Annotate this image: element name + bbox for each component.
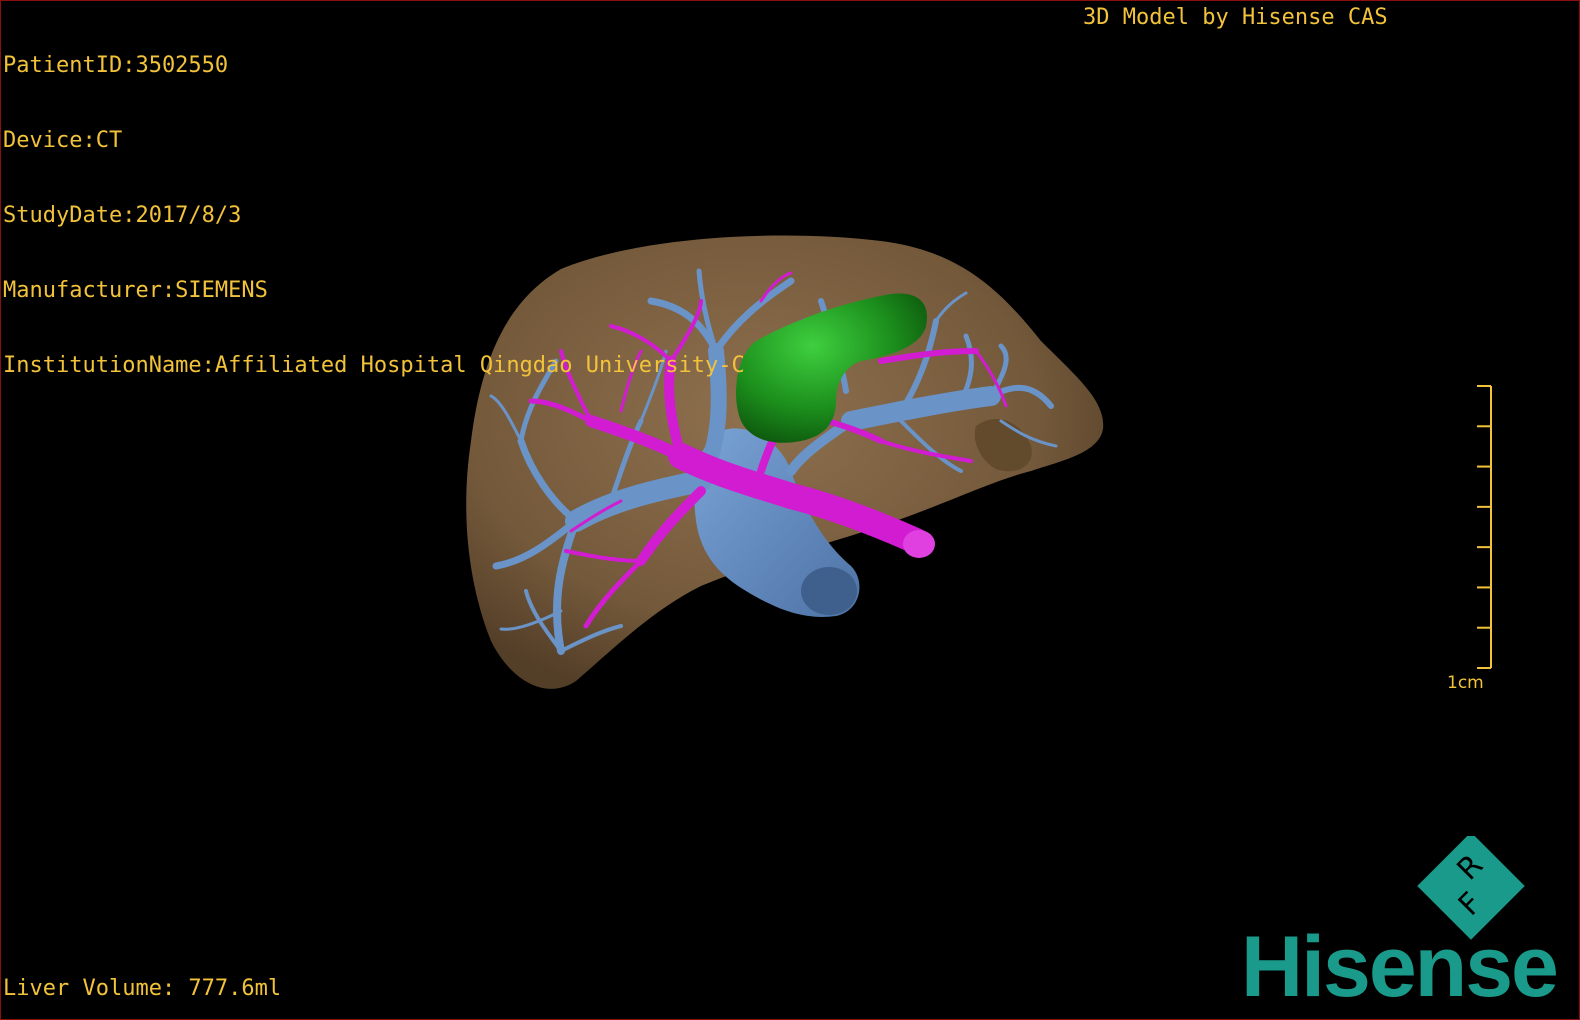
scale-bar [1477, 385, 1492, 669]
portal-vein-end [903, 530, 935, 558]
3d-viewport[interactable]: PatientID:3502550 Device:CT StudyDate:20… [0, 0, 1580, 1020]
study-date-text: StudyDate:2017/8/3 [3, 203, 242, 228]
device-text: Device:CT [3, 128, 123, 153]
model-credit-text: 3D Model by Hisense CAS [1083, 5, 1388, 30]
patient-id-text: PatientID:3502550 [3, 53, 229, 78]
manufacturer-text: Manufacturer:SIEMENS [3, 278, 268, 303]
liver-volume-text: Liver Volume: 777.6ml [3, 976, 282, 1001]
dicom-info-panel: PatientID:3502550 Device:CT StudyDate:20… [3, 3, 745, 428]
ivc-opening [801, 567, 857, 615]
hisense-logo-word: Hisense [1241, 919, 1559, 1015]
scale-label: 1cm [1447, 673, 1484, 693]
institution-text: InstitutionName:Affiliated Hospital Qing… [3, 353, 745, 378]
